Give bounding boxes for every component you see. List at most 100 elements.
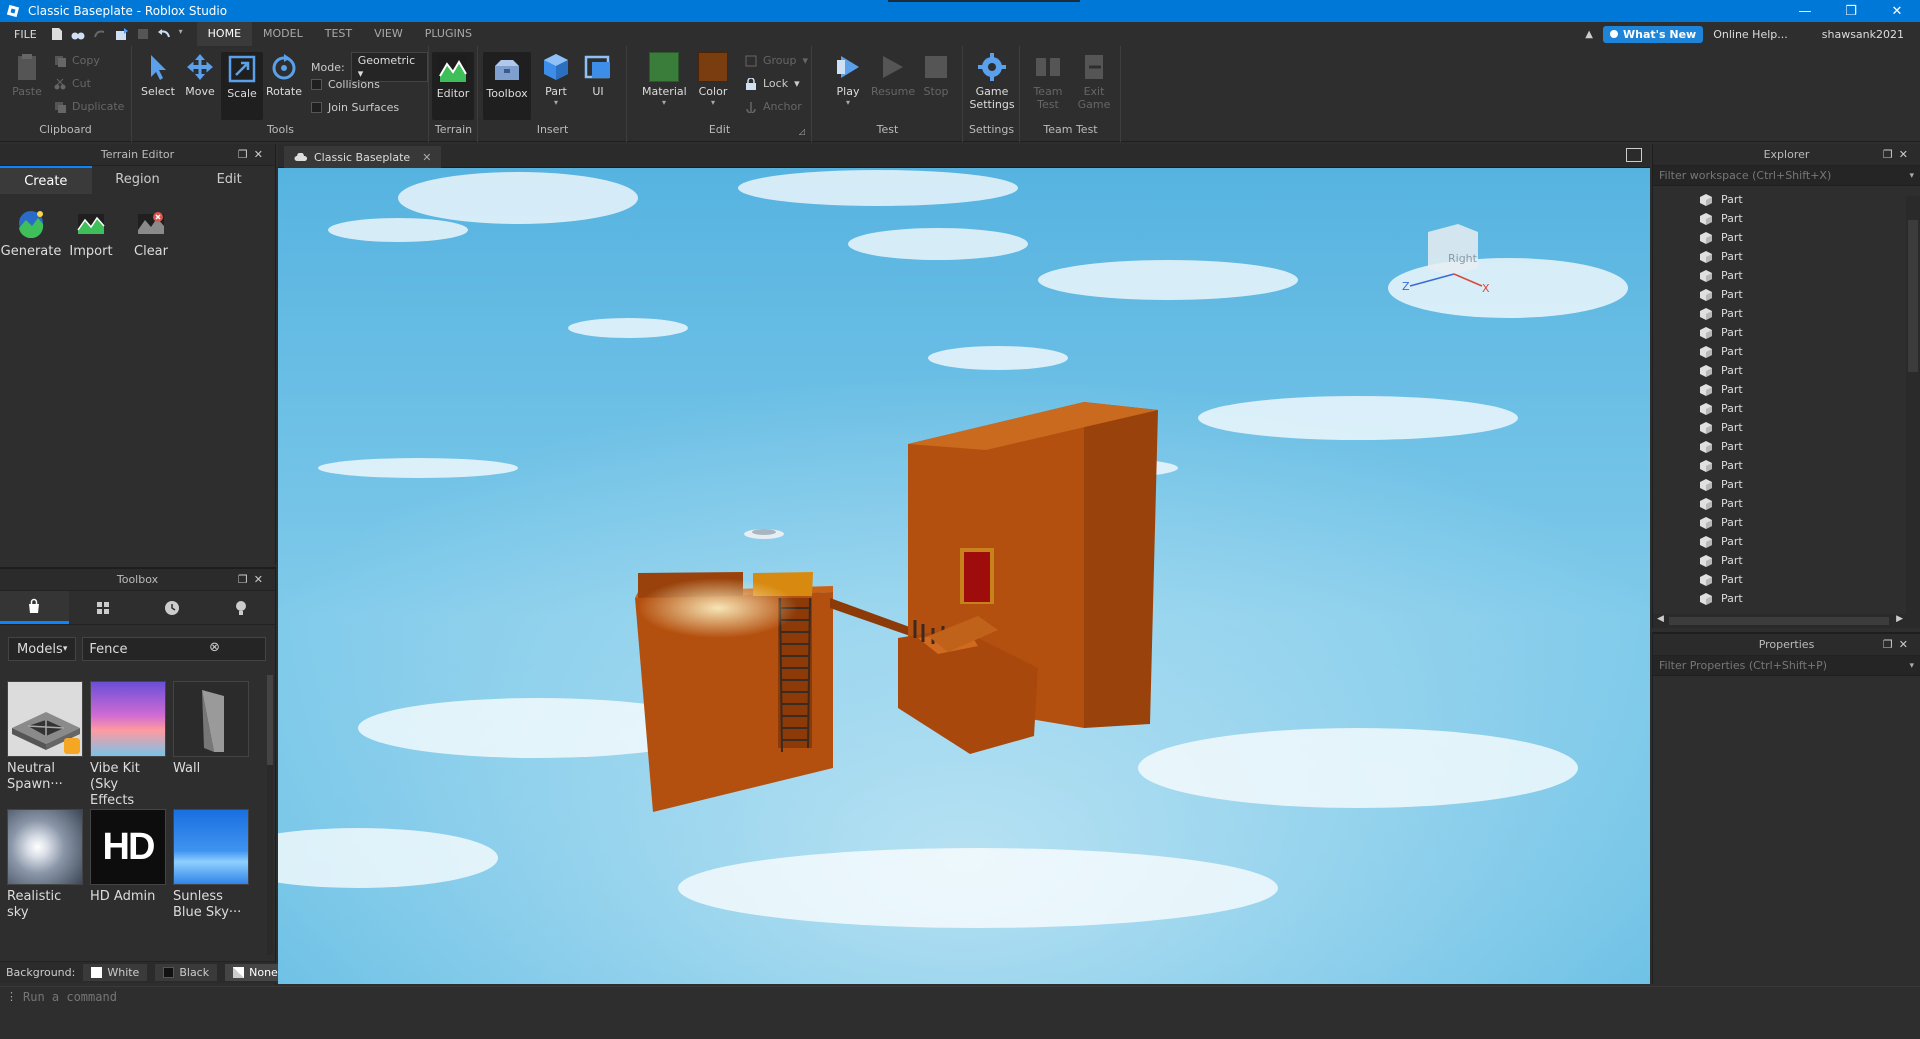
tab-marketplace[interactable] [0,591,69,624]
close-window-button[interactable]: ✕ [1874,0,1920,22]
username-menu[interactable]: shawsank2021 [1822,28,1904,41]
3d-viewport[interactable]: Right Z X [278,168,1650,984]
join-surfaces-checkbox[interactable] [311,102,322,113]
customize-dropdown-icon[interactable]: ▾ [179,27,187,41]
tree-item[interactable]: Part [1653,209,1920,228]
explorer-filter-input[interactable]: Filter workspace (Ctrl+Shift+X) ▾ [1653,166,1920,186]
tree-item[interactable]: Part [1653,513,1920,532]
tab-plugins[interactable]: PLUGINS [414,22,483,46]
tree-item[interactable]: Part [1653,475,1920,494]
publish-icon[interactable] [115,27,129,41]
tree-item[interactable]: Part [1653,418,1920,437]
close-icon[interactable]: ✕ [1899,148,1914,161]
whats-new-button[interactable]: What's New [1602,25,1704,43]
dock-icon[interactable]: ❐ [1883,148,1899,161]
tree-item[interactable]: Part [1653,361,1920,380]
binoculars-icon[interactable] [71,28,85,40]
explorer-horizontal-scrollbar[interactable]: ◀ ▶ [1653,614,1920,628]
restore-button[interactable]: ❐ [1828,0,1874,22]
tree-item[interactable]: Part [1653,494,1920,513]
tree-item[interactable]: Part [1653,551,1920,570]
stop-button[interactable]: Stop [915,52,957,98]
collisions-checkbox[interactable] [311,79,322,90]
tab-classic-baseplate[interactable]: Classic Baseplate ✕ [284,146,442,168]
dock-icon[interactable]: ❐ [238,148,254,161]
tree-item[interactable]: Part [1653,247,1920,266]
material-button[interactable]: Material ▾ [642,52,687,107]
tab-recent[interactable] [138,591,207,624]
collapse-ribbon-icon[interactable]: ▲ [1585,29,1593,40]
tree-item[interactable]: Part [1653,456,1920,475]
category-dropdown[interactable]: Models ▾ [8,637,77,661]
minimize-button[interactable]: — [1782,0,1828,22]
file-menu[interactable]: FILE [0,28,51,41]
model-tile-vibe-kit[interactable]: Vibe Kit (SkyEffects Only) [90,681,168,825]
tab-view[interactable]: VIEW [363,22,414,46]
join-surfaces-toggle[interactable]: Join Surfaces [311,101,399,114]
scene-render[interactable]: Right Z X [278,168,1650,984]
game-settings-button[interactable]: Game Settings [968,52,1016,111]
scroll-left-icon[interactable]: ◀ [1657,614,1664,624]
tab-test[interactable]: TEST [314,22,363,46]
collisions-toggle[interactable]: Collisions [311,78,380,91]
toolbox-button[interactable]: Toolbox [483,52,531,120]
undo-icon[interactable] [157,28,171,40]
model-tile-neutral-spawn[interactable]: Neutral Spawn··· [7,681,85,793]
close-icon[interactable]: ✕ [254,148,269,161]
properties-filter-input[interactable]: Filter Properties (Ctrl+Shift+P) ▾ [1653,656,1920,676]
maximize-viewport-icon[interactable] [1626,148,1642,162]
color-button[interactable]: Color ▾ [692,52,734,107]
tab-edit[interactable]: Edit [183,166,275,194]
tab-inventory[interactable] [69,591,138,624]
tree-item[interactable]: Part [1653,570,1920,589]
model-tile-wall[interactable]: Wall [173,681,251,777]
copy-button[interactable]: Copy [54,54,100,67]
select-button[interactable]: Select [137,52,179,98]
scroll-right-icon[interactable]: ▶ [1896,614,1903,624]
duplicate-button[interactable]: Duplicate [54,100,124,113]
tree-item[interactable]: Part [1653,323,1920,342]
tree-item[interactable]: Part [1653,380,1920,399]
edit-settings-icon[interactable]: ◿ [799,127,805,136]
model-tile-hd-admin[interactable]: HD HD Admin [90,809,168,905]
tree-item[interactable]: Part [1653,589,1920,608]
command-input[interactable] [23,989,1903,1004]
dock-icon[interactable]: ❐ [1883,638,1899,651]
explorer-vertical-scrollbar[interactable] [1906,196,1920,614]
right-tower[interactable] [898,402,1158,754]
online-help-link[interactable]: Online Help... [1713,28,1788,41]
part-button[interactable]: Part ▾ [535,52,577,107]
close-icon[interactable]: ✕ [254,573,269,586]
clear-button[interactable]: Clear [120,208,182,259]
dock-icon[interactable]: ❐ [238,573,254,586]
model-tile-realistic-sky[interactable]: Realistic sky [7,809,85,921]
group-button[interactable]: Group ▾ [745,54,808,67]
tree-item[interactable]: Part [1653,190,1920,209]
play-button[interactable]: Play ▾ [827,52,869,107]
move-button[interactable]: Move [179,52,221,98]
tab-home[interactable]: HOME [196,22,253,46]
generate-button[interactable]: Generate [0,208,62,259]
close-tab-icon[interactable]: ✕ [422,151,431,164]
clear-search-icon[interactable]: ⊗ [209,640,220,655]
paste-button[interactable]: Paste [6,52,48,98]
import-button[interactable]: Import [60,208,122,259]
bg-black-option[interactable]: Black [155,964,218,981]
ui-button[interactable]: UI [577,52,619,98]
bg-none-option[interactable]: None [225,964,286,981]
tree-item[interactable]: Part [1653,285,1920,304]
terrain-editor-button[interactable]: Editor [432,52,474,120]
anchor-button[interactable]: Anchor [745,100,802,113]
bg-white-option[interactable]: White [83,964,148,981]
tree-item[interactable]: Part [1653,342,1920,361]
scale-button[interactable]: Scale [221,52,263,120]
new-file-icon[interactable] [51,27,63,41]
team-test-button[interactable]: Team Test [1027,52,1069,111]
tab-model[interactable]: MODEL [252,22,314,46]
tree-item[interactable]: Part [1653,304,1920,323]
tab-region[interactable]: Region [92,166,184,194]
cut-button[interactable]: Cut [54,77,91,90]
close-icon[interactable]: ✕ [1899,638,1914,651]
tree-item[interactable]: Part [1653,399,1920,418]
rotate-button[interactable]: Rotate [263,52,305,98]
